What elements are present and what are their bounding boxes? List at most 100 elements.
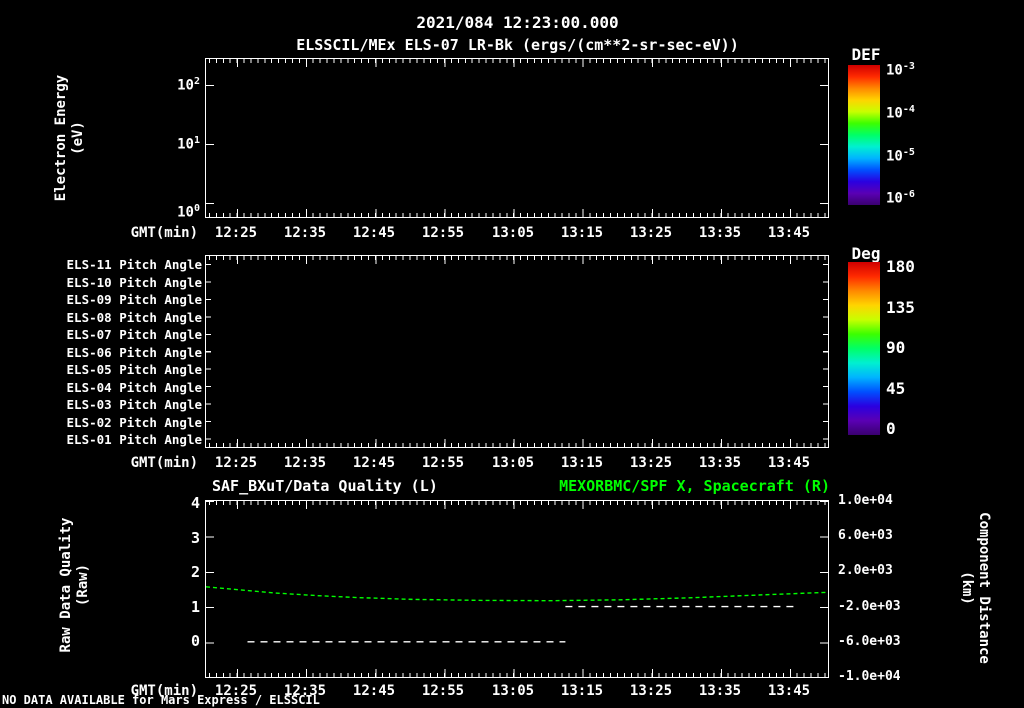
colorbar1-tick: 10-3 <box>886 61 915 79</box>
row-label: ELS-11 Pitch Angle <box>66 257 202 272</box>
x-tick-label: 12:45 <box>352 225 396 241</box>
panel1-bottom-axis-ticks <box>206 209 828 217</box>
panel3-left-yticks: 4 3 2 1 0 <box>158 494 200 650</box>
x-tick-label: 12:35 <box>283 225 327 241</box>
ytick-exponent: -3 <box>902 61 915 72</box>
no-data-message: NO DATA AVAILABLE for Mars Express / ELS… <box>2 693 320 708</box>
x-tick-label: 13:35 <box>698 455 742 471</box>
ytick-label: 0 <box>190 632 200 650</box>
panel1-plot-area <box>205 58 829 218</box>
ytick-base: 10 <box>177 204 194 221</box>
x-axis-label: GMT(min) <box>130 455 198 471</box>
colorbar1-labels: 10-3 10-4 10-5 10-6 <box>886 61 915 207</box>
x-tick-label: 13:15 <box>560 683 604 699</box>
panel2-right-axis-ticks <box>820 256 828 447</box>
datetime-title: 2021/084 12:23:00.000 <box>416 13 619 32</box>
colorbar2-tick: 0 <box>886 419 896 438</box>
colorbar1-gradient <box>848 65 880 205</box>
row-label: ELS-02 Pitch Angle <box>66 414 202 430</box>
x-tick-label: 13:15 <box>560 225 604 241</box>
ytick-exponent: 1 <box>193 135 200 146</box>
row-label: ELS-07 Pitch Angle <box>66 327 202 342</box>
ytick-base: 10 <box>177 77 194 94</box>
page-title: ELSSCIL/MEx ELS-07 LR-Bk (ergs/(cm**2-sr… <box>296 36 739 54</box>
x-tick-label: 13:25 <box>629 225 673 241</box>
ytick-exponent: -6 <box>902 189 915 201</box>
ytick-label: 4 <box>190 494 200 512</box>
panel3-left-y-axis-label: Raw Data Quality (Raw) <box>58 505 92 665</box>
colorbar1-title: DEF <box>851 45 881 64</box>
panel3-right-title: MEXORBMC/SPF X, Spacecraft (R) <box>559 477 830 495</box>
ytick-label: -2.0e+03 <box>838 598 901 614</box>
x-axis-label: GMT(min) <box>130 225 198 241</box>
panel1-right-axis-ticks <box>820 59 828 217</box>
panel3-plot-area <box>205 500 829 678</box>
ytick-label: 1.0e+04 <box>838 493 893 508</box>
x-tick-label: 12:45 <box>352 683 396 699</box>
panel1-ytick: 102 <box>148 76 200 94</box>
panel2-plot-area <box>205 255 829 448</box>
colorbar1-tick: 10-6 <box>886 189 915 207</box>
ytick-label: -6.0e+03 <box>838 633 901 649</box>
panel2-top-axis-ticks <box>206 256 828 264</box>
panel1-x-axis: GMT(min) 12:25 12:35 12:45 12:55 13:05 1… <box>131 225 830 241</box>
plot-screen: 2021/084 12:23:00.000 ELSSCIL/MEx ELS-07… <box>0 0 1024 708</box>
x-tick-label: 13:45 <box>767 455 811 471</box>
ytick-base: 10 <box>886 191 903 207</box>
panel2-x-axis: GMT(min) 12:25 12:35 12:45 12:55 13:05 1… <box>131 455 830 471</box>
x-tick-label: 13:05 <box>491 455 535 471</box>
x-tick-label: 12:25 <box>214 455 258 471</box>
colorbar2-tick: 45 <box>886 378 906 398</box>
x-tick-label: 13:25 <box>629 455 673 471</box>
ytick-label: 1 <box>190 597 200 616</box>
panel3-svg <box>206 586 828 643</box>
x-tick-label: 13:05 <box>491 683 535 699</box>
x-tick-label: 13:45 <box>767 225 811 241</box>
row-label: ELS-01 Pitch Angle <box>66 432 202 447</box>
panel2-left-axis-ticks <box>206 256 214 447</box>
ytick-exponent: 0 <box>193 203 200 214</box>
colorbar2-gradient <box>848 262 880 435</box>
panel3-right-yticks: 1.0e+04 6.0e+03 2.0e+03 -2.0e+03 -6.0e+0… <box>838 493 901 684</box>
panel2-bottom-axis-ticks <box>206 439 828 447</box>
panel1-ytick: 101 <box>148 135 200 153</box>
ytick-exponent: 2 <box>193 76 200 87</box>
panel3-right-y-axis-label-line1: Component Distance <box>976 512 992 664</box>
panel1-y-axis-label: Electron Energy (eV) <box>53 58 87 218</box>
row-label: ELS-09 Pitch Angle <box>66 292 202 307</box>
ytick-exponent: -5 <box>902 146 915 158</box>
x-tick-label: 13:25 <box>629 683 673 699</box>
x-tick-label: 12:45 <box>352 455 396 471</box>
x-tick-label: 13:35 <box>698 683 742 699</box>
row-label: ELS-04 Pitch Angle <box>66 379 202 395</box>
colorbar2-labels: 180 135 90 45 0 <box>886 257 915 438</box>
ytick-base: 10 <box>886 105 903 122</box>
panel1-y-axis-label-line1: Electron Energy <box>53 74 69 202</box>
colorbar2-tick: 90 <box>886 338 906 357</box>
ytick-label: 2.0e+03 <box>838 563 893 579</box>
x-tick-label: 13:35 <box>698 225 742 241</box>
panel1-left-axis-ticks <box>206 59 214 217</box>
ytick-label: 6.0e+03 <box>838 528 893 544</box>
colorbar2-title: Deg <box>851 244 881 263</box>
x-tick-label: 12:25 <box>214 225 258 241</box>
ytick-base: 10 <box>177 136 194 153</box>
x-tick-label: 12:55 <box>421 225 465 241</box>
colorbar2-tick: 180 <box>886 257 915 276</box>
colorbar1-tick: 10-4 <box>886 104 915 122</box>
colorbar2-tick: 135 <box>886 297 915 317</box>
x-tick-label: 12:55 <box>421 683 465 699</box>
panel3-left-y-axis-label-line1: Raw Data Quality <box>58 517 74 653</box>
ytick-label: 2 <box>190 563 200 581</box>
panel3-right-y-axis-label: Component Distance (km) <box>958 498 992 678</box>
row-label: ELS-06 Pitch Angle <box>66 344 202 360</box>
panel3-right-y-axis-label-line2: (km) <box>959 571 975 605</box>
panel2-row-labels: ELS-11 Pitch Angle ELS-10 Pitch Angle EL… <box>60 257 202 447</box>
x-tick-label: 13:15 <box>560 455 604 471</box>
colorbar1-tick: 10-5 <box>886 147 915 165</box>
x-tick-label: 13:45 <box>767 683 811 699</box>
row-label: ELS-05 Pitch Angle <box>66 362 202 377</box>
panel3-left-y-axis-label-line2: (Raw) <box>75 563 91 607</box>
x-tick-label: 12:35 <box>283 455 327 471</box>
row-label: ELS-10 Pitch Angle <box>66 274 202 290</box>
